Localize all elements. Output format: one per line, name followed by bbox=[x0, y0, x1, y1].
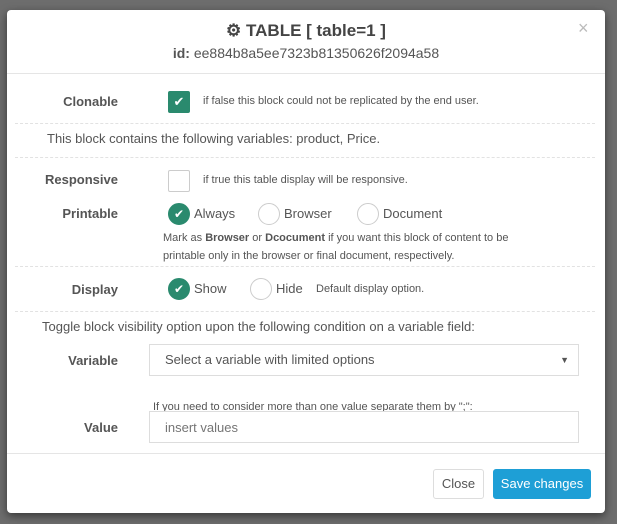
divider bbox=[15, 157, 595, 158]
value-input[interactable] bbox=[149, 411, 579, 443]
printable-always-label: Always bbox=[194, 206, 236, 221]
save-changes-button[interactable]: Save changes bbox=[493, 469, 591, 499]
caret-down-icon: ▼ bbox=[560, 355, 569, 365]
check-icon: ✔ bbox=[173, 282, 185, 296]
gear-icon: ⚙ bbox=[226, 21, 242, 40]
variable-select[interactable]: Select a variable with limited options ▼ bbox=[149, 344, 579, 376]
printable-browser-radio[interactable] bbox=[258, 203, 280, 225]
responsive-checkbox[interactable] bbox=[168, 170, 190, 192]
divider bbox=[15, 266, 595, 267]
close-button[interactable]: Close bbox=[433, 469, 484, 499]
clonable-checkbox[interactable]: ✔ bbox=[168, 91, 190, 113]
variables-text: This block contains the following variab… bbox=[47, 131, 381, 146]
display-hide-label: Hide bbox=[276, 281, 303, 296]
variable-label: Variable bbox=[68, 353, 118, 368]
display-label: Display bbox=[71, 282, 118, 297]
value-label: Value bbox=[84, 420, 118, 435]
printable-always-radio[interactable]: ✔ bbox=[168, 203, 190, 225]
printable-label: Printable bbox=[62, 206, 118, 221]
check-icon: ✔ bbox=[173, 207, 185, 221]
clonable-help: if false this block could not be replica… bbox=[203, 95, 479, 107]
divider bbox=[15, 311, 595, 312]
table-settings-modal: ⚙ TABLE [ table=1 ] id: ee884b8a5ee7323b… bbox=[7, 10, 605, 513]
display-show-radio[interactable]: ✔ bbox=[168, 278, 190, 300]
printable-browser-label: Browser bbox=[284, 206, 332, 221]
check-icon: ✔ bbox=[173, 94, 185, 109]
printable-document-radio[interactable] bbox=[357, 203, 379, 225]
printable-help: Mark as Browser or Dcocument if you want… bbox=[163, 232, 509, 262]
clonable-label: Clonable bbox=[63, 94, 118, 109]
printable-document-label: Document bbox=[383, 206, 443, 221]
display-hide-radio[interactable] bbox=[250, 278, 272, 300]
divider bbox=[15, 123, 595, 124]
responsive-label: Responsive bbox=[45, 172, 118, 187]
block-id: id: ee884b8a5ee7323b81350626f2094a58 bbox=[172, 45, 440, 61]
display-show-label: Show bbox=[194, 281, 227, 296]
footer-divider bbox=[7, 453, 605, 454]
responsive-help: if true this table display will be respo… bbox=[203, 174, 408, 186]
modal-title: ⚙ TABLE [ table=1 ] bbox=[226, 21, 386, 40]
toggle-text: Toggle block visibility option upon the … bbox=[42, 319, 475, 334]
close-icon[interactable]: × bbox=[578, 18, 589, 39]
display-help: Default display option. bbox=[316, 283, 425, 295]
header-divider bbox=[7, 73, 605, 74]
